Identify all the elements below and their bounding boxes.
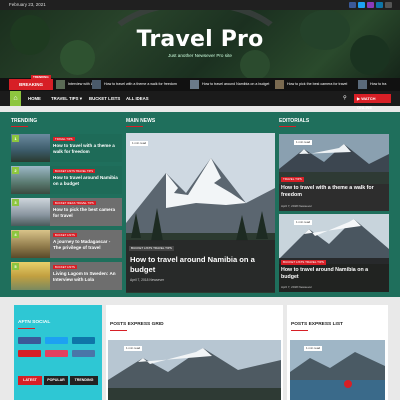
trending-card[interactable]: 4 BUCKET LISTS A journey to Madagascar -… bbox=[11, 230, 122, 258]
nav-item-all-ideas[interactable]: ALL IDEAS bbox=[126, 91, 149, 106]
read-time: 1 min read bbox=[124, 346, 143, 351]
posts-list-title: POSTS EXPRESS LIST bbox=[291, 322, 343, 327]
nav-item-travel-tips[interactable]: TRAVEL TIPS ▾ bbox=[51, 91, 82, 106]
posts-grid-title: POSTS EXPRESS GRID bbox=[110, 322, 164, 327]
twitter-button[interactable] bbox=[45, 337, 68, 344]
vk-button[interactable] bbox=[72, 350, 95, 357]
social-widget-title: AFTN SOCIAL bbox=[18, 320, 51, 325]
read-time: 1 min read bbox=[294, 220, 313, 225]
main-news-title: MAIN NEWS bbox=[126, 118, 156, 124]
trending-card[interactable]: 2 BUCKET LISTS TRAVEL TIPS How to travel… bbox=[11, 166, 122, 194]
category-badge[interactable]: BUCKET LISTS TRAVEL TIPS bbox=[281, 260, 326, 265]
ticker-item[interactable]: How to pick the best camera for travel bbox=[275, 79, 347, 90]
ticker-thumbnail bbox=[190, 79, 199, 89]
instagram-button[interactable] bbox=[45, 350, 68, 357]
trending-rank: 3 bbox=[12, 199, 19, 206]
top-bar: February 23, 2021 bbox=[0, 0, 400, 10]
trending-rank: 2 bbox=[12, 167, 19, 174]
twitter-icon[interactable] bbox=[358, 2, 365, 8]
trending-rank: 4 bbox=[12, 231, 19, 238]
editorials-title: EDITORIALS bbox=[279, 118, 310, 124]
post-meta: April 7, 2018 Newsever bbox=[281, 285, 313, 289]
ticker-item[interactable]: How to travel around Namibia on a budget bbox=[190, 79, 269, 90]
trending-card[interactable]: 3 BUCKET IDEAS TRAVEL TIPS How to pick t… bbox=[11, 198, 122, 226]
ticker-thumbnail bbox=[275, 79, 284, 89]
site-tagline: Just another Newsever Pro site bbox=[168, 53, 232, 58]
tab-latest[interactable]: LATEST bbox=[18, 376, 42, 385]
read-time: 1 min read bbox=[304, 346, 323, 351]
trending-card[interactable]: 5 BUCKET LISTS Living Lagom In Sweden: A… bbox=[11, 262, 122, 290]
category-badge[interactable]: BUCKET IDEAS TRAVEL TIPS bbox=[53, 201, 96, 205]
linkedin-icon[interactable] bbox=[376, 2, 383, 8]
category-badge[interactable]: BUCKET LISTS TRAVEL TIPS bbox=[129, 246, 174, 251]
ticker-thumbnail bbox=[358, 79, 367, 89]
trending-title: TRENDING bbox=[11, 118, 38, 124]
trending-card-title[interactable]: A journey to Madagascar - The privilege … bbox=[53, 239, 119, 251]
trending-tag: TRENDING bbox=[31, 75, 51, 80]
editorial-card[interactable]: 1 min read BUCKET LISTS TRAVEL TIPS How … bbox=[279, 214, 389, 292]
facebook-icon[interactable] bbox=[349, 2, 356, 8]
linkedin-button[interactable] bbox=[72, 337, 95, 344]
read-time: 1 min read bbox=[294, 140, 313, 145]
post-meta: April 7, 2018 Newsever bbox=[281, 204, 313, 208]
trending-card-title[interactable]: How to travel with a theme a walk for fr… bbox=[53, 143, 119, 155]
ticker-thumbnail bbox=[92, 79, 101, 89]
home-icon[interactable]: ⌂ bbox=[10, 91, 21, 106]
trending-card-title[interactable]: How to pick the best camera for travel bbox=[53, 207, 119, 219]
editorial-card-title[interactable]: How to travel with a theme a walk for fr… bbox=[281, 185, 387, 199]
trending-rank: 1 bbox=[12, 135, 19, 142]
current-date: February 23, 2021 bbox=[9, 2, 46, 7]
trending-rank: 5 bbox=[12, 263, 19, 270]
nav-item-bucket-lists[interactable]: BUCKET LISTS bbox=[89, 91, 120, 106]
read-time: 1 min read bbox=[130, 141, 149, 146]
tab-trending[interactable]: TRENDING bbox=[70, 376, 98, 385]
youtube-icon[interactable] bbox=[385, 2, 392, 8]
category-badge[interactable]: TRAVEL TIPS bbox=[53, 137, 75, 141]
main-news-overlay: BUCKET LISTS TRAVEL TIPS How to travel a… bbox=[126, 240, 275, 292]
top-social-links bbox=[349, 2, 392, 8]
category-badge[interactable]: BUCKET LISTS bbox=[53, 233, 77, 237]
editorial-card-title[interactable]: How to travel around Namibia on a budget bbox=[281, 267, 387, 281]
nav-item-home[interactable]: HOME bbox=[28, 91, 41, 106]
tab-popular[interactable]: POPULAR bbox=[44, 376, 68, 385]
trending-card[interactable]: 1 TRAVEL TIPS How to travel with a theme… bbox=[11, 134, 122, 162]
facebook-button[interactable] bbox=[18, 337, 41, 344]
trending-card-title[interactable]: How to travel around Namibia on a budget bbox=[53, 175, 119, 187]
breaking-news-ticker: BREAKING NEWS TRENDING Interview with Lo… bbox=[0, 75, 400, 98]
main-navigation: ⌂ HOME TRAVEL TIPS ▾ BUCKET LISTS ALL ID… bbox=[0, 91, 400, 110]
ticker-thumbnail bbox=[56, 79, 65, 89]
youtube-button[interactable] bbox=[18, 350, 41, 357]
editorial-card[interactable]: 1 min read TRAVEL TIPS How to travel wit… bbox=[279, 134, 389, 211]
category-badge[interactable]: BUCKET LISTS TRAVEL TIPS bbox=[53, 169, 96, 173]
search-icon[interactable]: ⚲ bbox=[343, 95, 347, 101]
site-title[interactable]: Travel Pro bbox=[0, 27, 400, 52]
breaking-news-label: BREAKING NEWS TRENDING bbox=[9, 75, 53, 98]
trending-card-title[interactable]: Living Lagom In Sweden: An Interview wit… bbox=[53, 271, 119, 283]
post-meta: April 7, 2018 Newsever bbox=[130, 278, 165, 282]
ticker-item[interactable]: How to tra bbox=[358, 79, 386, 90]
category-badge[interactable]: BUCKET LISTS bbox=[53, 265, 77, 269]
watch-online-button[interactable]: ▶ WATCH ONLINE bbox=[354, 94, 391, 110]
ticker-item[interactable]: How to travel with a theme a walk for fr… bbox=[92, 79, 177, 90]
category-badge[interactable]: TRAVEL TIPS bbox=[281, 177, 304, 182]
main-news-headline[interactable]: How to travel around Namibia on a budget bbox=[130, 255, 270, 275]
instagram-icon[interactable] bbox=[367, 2, 374, 8]
